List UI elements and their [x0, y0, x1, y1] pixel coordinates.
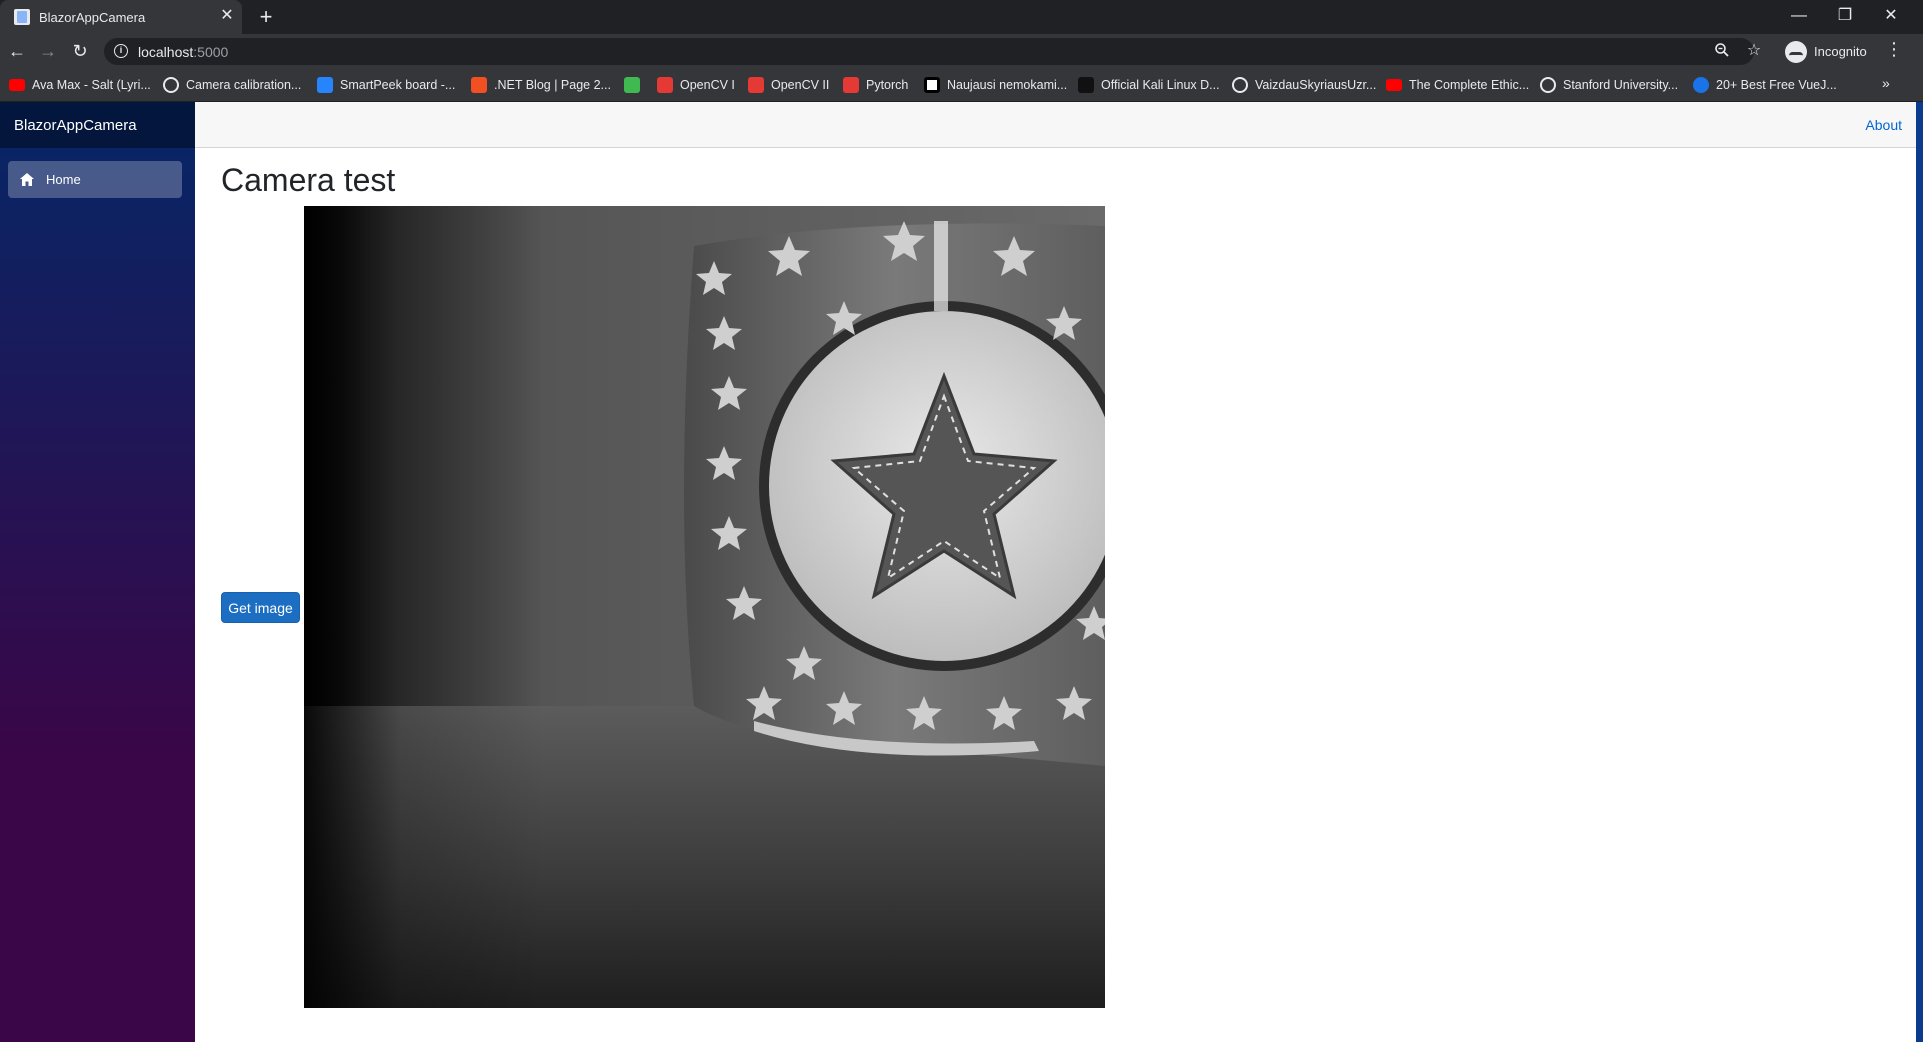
browser-toolbar: ← → ↻ i localhost:5000 ☆ Incognito ⋮: [0, 34, 1923, 69]
get-image-button[interactable]: Get image: [221, 592, 300, 623]
bookmark-label: Stanford University...: [1563, 78, 1679, 92]
restore-button[interactable]: ❐: [1822, 3, 1868, 29]
youtube-icon: [9, 79, 25, 91]
bookmark-label: VaizdauSkyriausUzr...: [1255, 78, 1377, 92]
profile-button[interactable]: Incognito: [1779, 38, 1875, 65]
bookmarks-overflow-icon[interactable]: »: [1882, 75, 1890, 91]
address-bar[interactable]: i localhost:5000 ☆: [104, 38, 1761, 65]
window-edge: [1916, 102, 1923, 1042]
bookmark-label: 20+ Best Free VueJ...: [1716, 78, 1837, 92]
bookmark-label: Camera calibration...: [186, 78, 302, 92]
bookmark-label: OpenCV I: [680, 78, 735, 92]
home-icon: [20, 173, 34, 186]
microsoft-icon: [471, 77, 487, 93]
profile-label: Incognito: [1814, 44, 1867, 59]
globe-icon: [163, 77, 179, 93]
site-info-icon[interactable]: i: [114, 44, 128, 58]
bookmark-label: SmartPeek board -...: [340, 78, 456, 92]
opencv-icon: [748, 77, 764, 93]
bookmarks-bar: Ava Max - Salt (Lyri... Camera calibrati…: [0, 69, 1923, 102]
globe-icon: [1540, 77, 1556, 93]
about-link[interactable]: About: [1865, 117, 1902, 133]
url-text[interactable]: localhost:5000: [138, 44, 228, 60]
nav-item-label: Home: [46, 172, 81, 187]
close-window-button[interactable]: ✕: [1868, 3, 1914, 29]
web-page: BlazorAppCamera Home About Camera test G…: [0, 102, 1923, 1042]
bookmark-label: Ava Max - Salt (Lyri...: [32, 78, 151, 92]
forward-button[interactable]: →: [36, 39, 60, 63]
top-row: About: [195, 102, 1916, 148]
globe-icon: [1232, 77, 1248, 93]
minimize-button[interactable]: —: [1776, 3, 1822, 29]
bookmark-label: OpenCV II: [771, 78, 830, 92]
opencv-icon: [657, 77, 673, 93]
bookmark-star-icon[interactable]: ☆: [1744, 40, 1764, 60]
page-favicon-icon: [14, 9, 30, 25]
bookmark-label: The Complete Ethic...: [1409, 78, 1530, 92]
brand-bar: BlazorAppCamera: [0, 102, 195, 148]
github-icon: [624, 77, 640, 93]
browser-tab[interactable]: BlazorAppCamera ✕: [0, 0, 242, 34]
zoom-icon[interactable]: [1712, 42, 1732, 63]
new-tab-button[interactable]: +: [254, 5, 278, 29]
jira-icon: [317, 77, 333, 93]
pytorch-icon: [843, 77, 859, 93]
youtube-icon: [1386, 79, 1402, 91]
bookmark-label: Naujausi nemokami...: [947, 78, 1068, 92]
url-host: localhost: [138, 44, 194, 60]
tab-close-icon[interactable]: ✕: [218, 7, 236, 25]
sidebar: BlazorAppCamera Home: [0, 102, 195, 1042]
bookmark-label: Official Kali Linux D...: [1101, 78, 1220, 92]
kali-icon: [1078, 77, 1094, 93]
nav-item-home[interactable]: Home: [8, 161, 182, 198]
back-button[interactable]: ←: [5, 39, 29, 63]
incognito-icon: [1785, 41, 1807, 63]
url-port: :5000: [193, 44, 229, 60]
brand-link[interactable]: BlazorAppCamera: [14, 117, 137, 134]
browser-menu-icon[interactable]: ⋮: [1884, 39, 1904, 60]
f-icon: [924, 77, 940, 93]
tab-title: BlazorAppCamera: [39, 10, 146, 25]
tab-strip: BlazorAppCamera ✕ + — ❐ ✕: [0, 0, 1923, 34]
bookmark-label: .NET Blog | Page 2...: [494, 78, 611, 92]
c-icon: [1693, 77, 1709, 93]
page-title: Camera test: [221, 162, 396, 198]
camera-image: [304, 206, 1105, 1008]
reload-button[interactable]: ↻: [68, 39, 92, 63]
bookmark-label: Pytorch: [866, 78, 909, 92]
